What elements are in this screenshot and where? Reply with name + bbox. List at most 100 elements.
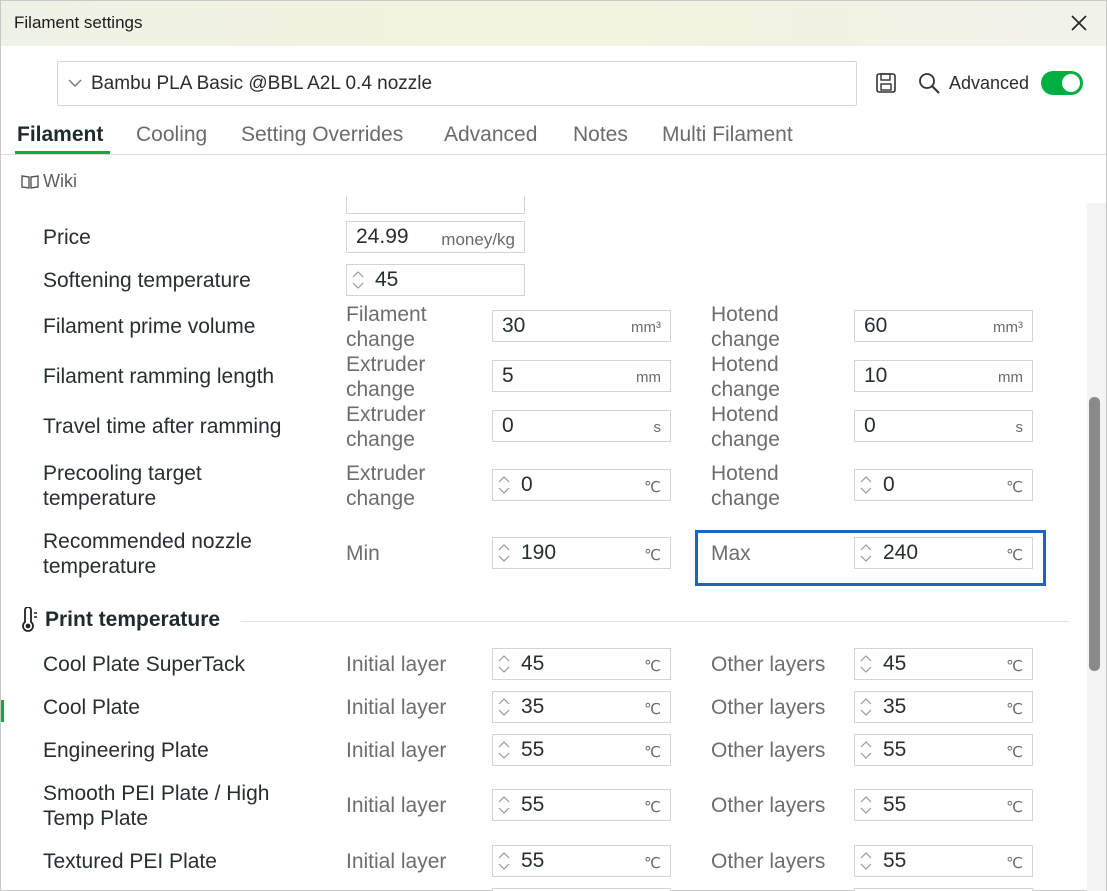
plate-other-field[interactable]: 35 ℃ — [854, 691, 1033, 723]
print-temperature-title: Print temperature — [45, 608, 221, 631]
spin-arrows-icon[interactable] — [351, 269, 365, 291]
plate-other-field[interactable]: 45 ℃ — [854, 648, 1033, 680]
prime-volume-filament-field[interactable]: 30 mm³ — [492, 310, 671, 342]
field-value: 0 — [883, 473, 895, 496]
field-unit: mm³ — [993, 319, 1023, 336]
field-value: 45 — [521, 652, 545, 675]
filament-settings-window: Filament settings Bambu PLA Basic @BBL A… — [0, 0, 1107, 891]
nozzle-temp-label-line2: temperature — [43, 555, 157, 578]
plate-initial-field[interactable]: 55 ℃ — [492, 845, 671, 877]
precooling-right-sub-1: Hotend — [711, 462, 779, 485]
travel-time-extruder-field[interactable]: 0 s — [492, 410, 671, 442]
plate-label-line1: Smooth PEI Plate / High — [43, 782, 270, 805]
ramming-length-right-sub-2: change — [711, 378, 780, 401]
field-unit: ℃ — [1006, 855, 1023, 872]
field-unit: ℃ — [644, 855, 661, 872]
spin-arrows-icon[interactable] — [859, 474, 873, 496]
spin-arrows-icon[interactable] — [859, 850, 873, 872]
initial-layer-label: Initial layer — [346, 794, 447, 817]
spin-arrows-icon[interactable] — [859, 794, 873, 816]
field-value: 60 — [864, 314, 888, 337]
spin-arrows-icon[interactable] — [859, 653, 873, 675]
plate-label: Engineering Plate — [43, 739, 209, 762]
tab-notes[interactable]: Notes — [573, 123, 628, 147]
plate-label: Cool Plate SuperTack — [43, 653, 245, 676]
search-icon[interactable] — [917, 71, 941, 95]
spin-arrows-icon[interactable] — [497, 653, 511, 675]
tab-filament[interactable]: Filament — [17, 123, 103, 147]
softening-value: 45 — [375, 268, 399, 291]
nozzle-temp-label-line1: Recommended nozzle — [43, 530, 252, 553]
field-unit: ℃ — [1006, 701, 1023, 718]
field-value: 190 — [521, 541, 557, 564]
field-unit: ℃ — [1006, 658, 1023, 675]
spin-arrows-icon[interactable] — [497, 850, 511, 872]
plate-other-field[interactable]: 55 ℃ — [854, 734, 1033, 766]
book-icon — [21, 174, 39, 189]
field-value: 55 — [521, 793, 545, 816]
prime-volume-hotend-field[interactable]: 60 mm³ — [854, 310, 1033, 342]
settings-content: Price 24.99 money/kg Softening temperatu… — [1, 196, 1087, 891]
plate-initial-field[interactable]: 45 ℃ — [492, 648, 671, 680]
other-layers-label: Other layers — [711, 739, 826, 762]
tab-multi-filament[interactable]: Multi Filament — [662, 123, 793, 147]
ramming-length-left-sub-2: change — [346, 378, 415, 401]
travel-time-right-sub-1: Hotend — [711, 403, 779, 426]
price-field[interactable]: 24.99 money/kg — [346, 221, 525, 253]
spin-arrows-icon[interactable] — [497, 474, 511, 496]
precooling-right-sub-2: change — [711, 487, 780, 510]
plate-other-field[interactable]: 55 ℃ — [854, 845, 1033, 877]
initial-layer-label: Initial layer — [346, 739, 447, 762]
spin-arrows-icon[interactable] — [497, 739, 511, 761]
field-value: 0 — [521, 473, 533, 496]
spin-arrows-icon[interactable] — [497, 794, 511, 816]
precooling-hotend-field[interactable]: 0 ℃ — [854, 469, 1033, 501]
partial-field[interactable] — [346, 196, 525, 214]
ramming-length-left-sub-1: Extruder — [346, 353, 426, 376]
ramming-length-extruder-field[interactable]: 5 mm — [492, 360, 671, 392]
field-value: 0 — [502, 414, 514, 437]
spin-arrows-icon[interactable] — [497, 542, 511, 564]
plate-other-field[interactable]: 55 ℃ — [854, 789, 1033, 821]
field-value: 0 — [864, 414, 876, 437]
field-value: 35 — [883, 695, 907, 718]
precooling-label-line1: Precooling target — [43, 462, 202, 485]
preset-dropdown[interactable]: Bambu PLA Basic @BBL A2L 0.4 nozzle — [57, 61, 857, 106]
scrollbar-thumb[interactable] — [1089, 397, 1100, 671]
tab-setting-overrides[interactable]: Setting Overrides — [241, 123, 403, 147]
softening-field[interactable]: 45 — [346, 264, 525, 296]
ramming-length-right-sub-1: Hotend — [711, 353, 779, 376]
title-bar: Filament settings — [1, 1, 1106, 46]
close-button[interactable] — [1062, 7, 1096, 39]
save-icon[interactable] — [875, 72, 897, 94]
plate-initial-field[interactable]: 55 ℃ — [492, 734, 671, 766]
wiki-link[interactable]: Wiki — [20, 171, 77, 192]
nozzle-temp-min-field[interactable]: 190 ℃ — [492, 537, 671, 569]
tab-advanced[interactable]: Advanced — [444, 123, 537, 147]
spin-arrows-icon[interactable] — [859, 739, 873, 761]
tab-cooling[interactable]: Cooling — [136, 123, 207, 147]
plate-initial-field[interactable]: 55 ℃ — [492, 789, 671, 821]
field-unit: ℃ — [644, 701, 661, 718]
prime-volume-left-sub-2: change — [346, 328, 415, 351]
print-temperature-section-header: Print temperature — [19, 607, 220, 633]
section-divider — [241, 621, 1069, 622]
precooling-extruder-field[interactable]: 0 ℃ — [492, 469, 671, 501]
other-layers-label: Other layers — [711, 850, 826, 873]
close-icon — [1071, 15, 1087, 31]
field-value: 240 — [883, 541, 919, 564]
spin-arrows-icon[interactable] — [859, 542, 873, 564]
plate-initial-field[interactable]: 35 ℃ — [492, 691, 671, 723]
field-value: 55 — [883, 793, 907, 816]
field-value: 45 — [883, 652, 907, 675]
spin-arrows-icon[interactable] — [859, 696, 873, 718]
plate-label: Cool Plate — [43, 696, 140, 719]
nozzle-temp-max-field[interactable]: 240 ℃ — [854, 537, 1033, 569]
field-value: 55 — [883, 738, 907, 761]
spin-arrows-icon[interactable] — [497, 696, 511, 718]
precooling-left-sub-1: Extruder — [346, 462, 426, 485]
ramming-length-hotend-field[interactable]: 10 mm — [854, 360, 1033, 392]
price-value: 24.99 — [356, 225, 409, 248]
travel-time-hotend-field[interactable]: 0 s — [854, 410, 1033, 442]
advanced-toggle[interactable] — [1041, 71, 1083, 95]
